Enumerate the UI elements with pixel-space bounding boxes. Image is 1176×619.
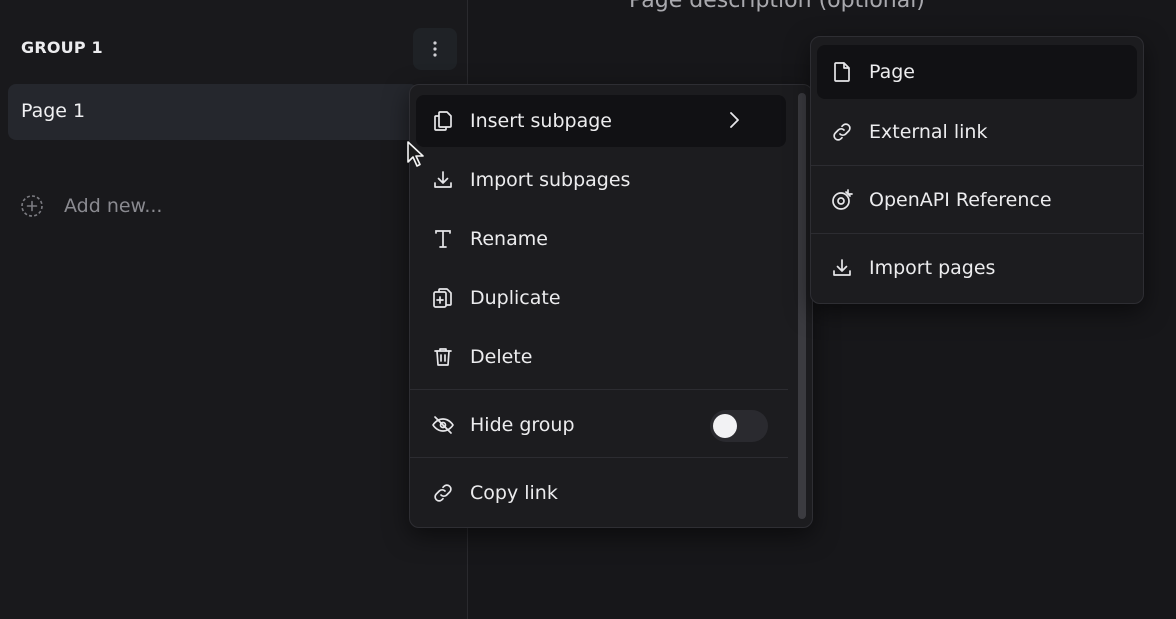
page-icon bbox=[829, 59, 855, 85]
download-icon bbox=[829, 255, 855, 281]
trash-icon bbox=[430, 344, 456, 370]
menu-item-label: Rename bbox=[470, 228, 548, 250]
menu-divider bbox=[410, 389, 788, 390]
sidebar: GROUP 1 Page 1 Add new... bbox=[0, 0, 468, 619]
submenu-item-label: OpenAPI Reference bbox=[869, 189, 1052, 211]
menu-item-label: Duplicate bbox=[470, 287, 561, 309]
insert-subpage-submenu: Page External link OpenAPI Reference Imp… bbox=[810, 36, 1144, 304]
sidebar-item-page-1[interactable]: Page 1 bbox=[8, 84, 418, 140]
submenu-item-openapi-reference[interactable]: OpenAPI Reference bbox=[817, 173, 1137, 227]
submenu-item-import-pages[interactable]: Import pages bbox=[817, 241, 1137, 295]
menu-item-label: Import subpages bbox=[470, 169, 631, 191]
toggle-knob bbox=[713, 414, 737, 438]
submenu-item-label: Page bbox=[869, 61, 915, 83]
mouse-cursor-icon bbox=[406, 140, 426, 172]
submenu-item-label: Import pages bbox=[869, 257, 996, 279]
menu-item-duplicate[interactable]: Duplicate bbox=[416, 272, 786, 324]
menu-item-label: Insert subpage bbox=[470, 110, 612, 132]
add-new-button[interactable]: Add new... bbox=[20, 194, 162, 218]
context-menu: Insert subpage Import subpages Rename Du… bbox=[409, 84, 813, 528]
sidebar-item-label: Page 1 bbox=[21, 100, 86, 122]
submenu-divider bbox=[811, 165, 1143, 166]
text-icon bbox=[430, 226, 456, 252]
download-icon bbox=[430, 167, 456, 193]
add-new-label: Add new... bbox=[64, 195, 163, 217]
add-circle-icon bbox=[21, 195, 43, 217]
link-icon bbox=[829, 119, 855, 145]
submenu-item-external-link[interactable]: External link bbox=[817, 105, 1137, 159]
page-description-field[interactable]: Page description (optional) bbox=[629, 0, 925, 13]
menu-item-rename[interactable]: Rename bbox=[416, 213, 786, 265]
menu-item-copy-link[interactable]: Copy link bbox=[416, 467, 786, 519]
group-header: GROUP 1 bbox=[21, 38, 103, 57]
menu-item-import-subpages[interactable]: Import subpages bbox=[416, 154, 786, 206]
submenu-divider bbox=[811, 233, 1143, 234]
more-vertical-icon bbox=[433, 41, 437, 57]
menu-divider bbox=[410, 457, 788, 458]
menu-item-label: Hide group bbox=[470, 414, 575, 436]
submenu-item-label: External link bbox=[869, 121, 988, 143]
menu-item-insert-subpage[interactable]: Insert subpage bbox=[416, 95, 786, 147]
menu-item-label: Copy link bbox=[470, 482, 558, 504]
menu-scrollbar[interactable] bbox=[794, 89, 810, 523]
eye-off-icon bbox=[430, 412, 456, 438]
link-icon bbox=[430, 480, 456, 506]
group-options-button[interactable] bbox=[413, 28, 457, 70]
menu-item-delete[interactable]: Delete bbox=[416, 331, 786, 383]
menu-item-label: Delete bbox=[470, 346, 533, 368]
submenu-item-page[interactable]: Page bbox=[817, 45, 1137, 99]
scrollbar-thumb[interactable] bbox=[798, 93, 806, 519]
hide-group-toggle[interactable] bbox=[710, 410, 768, 442]
duplicate-icon bbox=[430, 285, 456, 311]
openapi-icon bbox=[829, 187, 855, 213]
subpage-icon bbox=[430, 108, 456, 134]
